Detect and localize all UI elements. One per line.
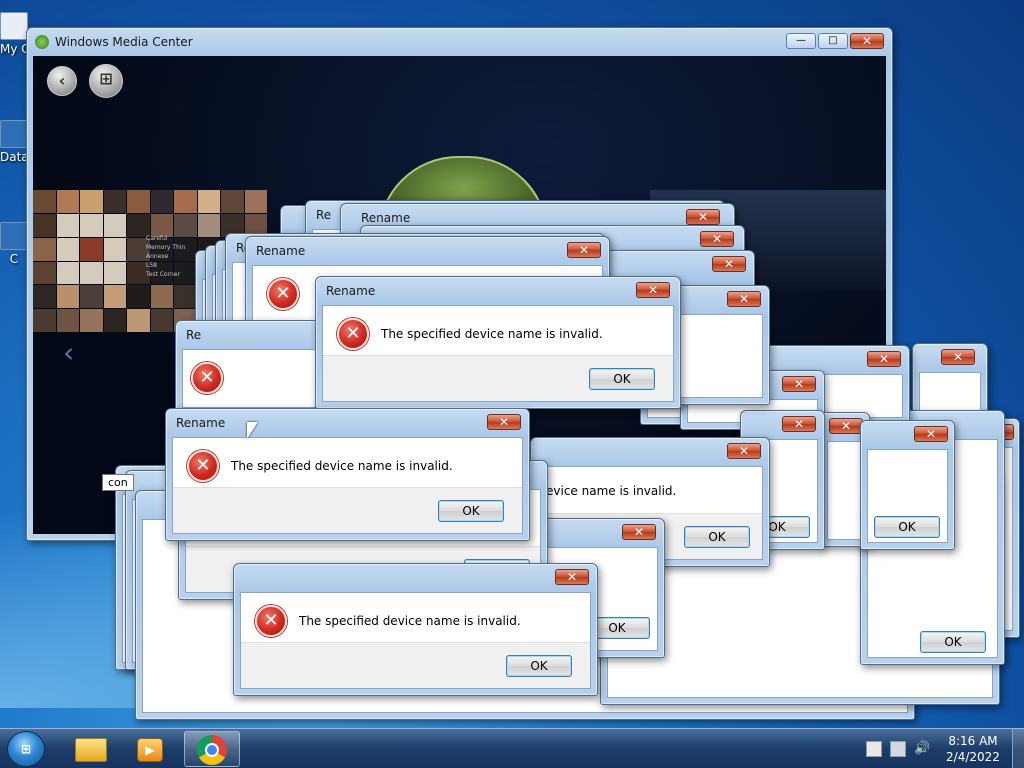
window-title: Windows Media Center: [55, 35, 193, 49]
taskbar-explorer[interactable]: [62, 731, 118, 767]
ok-button[interactable]: OK: [506, 655, 572, 677]
chrome-icon: [197, 735, 227, 765]
ok-button[interactable]: OK: [438, 500, 504, 522]
rename-dialog[interactable]: ✕ OK: [860, 420, 955, 550]
ok-button[interactable]: OK: [874, 516, 940, 538]
dialog-title: Rename: [176, 416, 226, 430]
mouse-cursor: [247, 422, 258, 439]
dialog-title: Re: [316, 208, 332, 222]
taskbar: ⊞ ▶ 🔊 8:16 AM 2/4/2022: [0, 728, 1024, 768]
close-button[interactable]: ✕: [567, 242, 601, 258]
close-button[interactable]: ✕: [555, 569, 589, 585]
show-desktop-button[interactable]: [1012, 729, 1024, 768]
volume-icon[interactable]: 🔊: [914, 741, 930, 757]
close-button[interactable]: ✕: [487, 414, 521, 430]
desktop-icon-c[interactable]: C: [0, 222, 28, 266]
start-button[interactable]: ⊞: [7, 731, 45, 767]
media-center-logo-icon: [35, 35, 49, 49]
close-button[interactable]: ✕: [829, 418, 863, 434]
clock-time[interactable]: 8:16 AM: [940, 734, 1006, 748]
close-button[interactable]: ✕: [850, 33, 884, 49]
desktop-icon-label: My C: [0, 42, 28, 56]
dialog-title: Re: [186, 328, 202, 342]
back-button[interactable]: ‹: [47, 66, 77, 96]
desktop-icon-data[interactable]: Data: [0, 120, 28, 164]
start-button[interactable]: ⊞: [89, 64, 123, 98]
flag-icon[interactable]: [866, 741, 882, 757]
close-button[interactable]: ✕: [782, 416, 816, 432]
close-button[interactable]: ✕: [700, 231, 734, 247]
error-icon: ✕: [337, 318, 369, 350]
ok-button[interactable]: OK: [920, 631, 986, 653]
error-message: evice name is invalid.: [546, 484, 677, 498]
minimize-button[interactable]: —: [786, 33, 816, 49]
rename-dialog[interactable]: Re ✕: [175, 320, 325, 415]
desktop-icon-label: Data: [0, 150, 28, 164]
close-button[interactable]: ✕: [712, 256, 746, 272]
close-button[interactable]: ✕: [636, 282, 670, 298]
network-icon[interactable]: [890, 741, 906, 757]
error-message: The specified device name is invalid.: [381, 327, 603, 341]
close-button[interactable]: ✕: [782, 376, 816, 392]
close-button[interactable]: ✕: [867, 351, 901, 367]
maximize-button[interactable]: □: [818, 33, 848, 49]
close-button[interactable]: ✕: [622, 524, 656, 540]
rename-dialog-main[interactable]: Rename ✕ ✕ The specified device name is …: [315, 276, 681, 409]
ok-button[interactable]: OK: [589, 368, 655, 390]
shortcut-icon: [0, 222, 28, 250]
folder-icon: [75, 738, 107, 762]
error-message: The specified device name is invalid.: [299, 614, 521, 628]
rename-dialog[interactable]: ✕: [912, 343, 988, 418]
computer-icon: [0, 12, 28, 40]
error-icon: ✕: [255, 605, 287, 637]
rename-dialog-focused[interactable]: Rename ✕ ✕ The specified device name is …: [165, 408, 530, 541]
close-button[interactable]: ✕: [686, 209, 720, 225]
dialog-title: Rename: [256, 244, 306, 258]
clock-date[interactable]: 2/4/2022: [940, 750, 1006, 764]
ok-button[interactable]: OK: [684, 526, 750, 548]
close-button[interactable]: ✕: [914, 426, 948, 442]
close-button[interactable]: ✕: [727, 291, 761, 307]
desktop-icon-label: C: [9, 252, 19, 266]
scroll-left-icon[interactable]: ‹: [63, 336, 74, 369]
shortcut-icon: [0, 120, 28, 148]
close-button[interactable]: ✕: [941, 349, 975, 365]
tooltip: con: [102, 474, 134, 491]
taskbar-chrome[interactable]: [184, 731, 240, 767]
error-message: The specified device name is invalid.: [231, 459, 453, 473]
taskbar-media-player[interactable]: ▶: [122, 731, 178, 767]
desktop-icon-my-computer[interactable]: My C: [0, 12, 28, 56]
error-icon: ✕: [191, 362, 223, 394]
thumb-caption: Careful Memory Thin Annexe L58 Test Corn…: [146, 235, 186, 278]
dialog-title: Rename: [326, 284, 376, 298]
media-player-icon: ▶: [137, 738, 163, 762]
dialog-title: Rename: [361, 211, 411, 225]
error-icon: ✕: [267, 278, 299, 310]
close-button[interactable]: ✕: [727, 443, 761, 459]
rename-dialog[interactable]: ✕ ✕ The specified device name is invalid…: [233, 563, 598, 696]
error-icon: ✕: [187, 450, 219, 482]
